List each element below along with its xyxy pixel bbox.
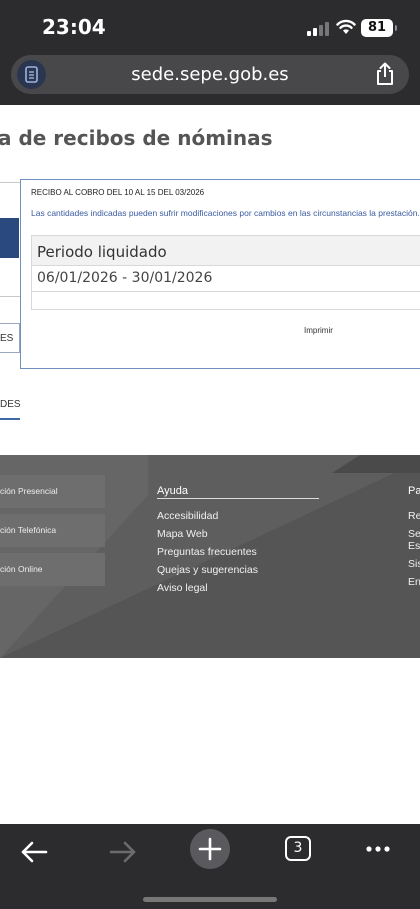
right-link[interactable]: Se: [408, 528, 420, 540]
sidebar-divider: [0, 296, 20, 297]
home-indicator[interactable]: [143, 897, 277, 902]
share-icon[interactable]: [373, 62, 397, 86]
signal-icon: [307, 22, 329, 36]
url-text[interactable]: sede.sepe.gob.es: [11, 64, 409, 85]
new-tab-button[interactable]: [190, 829, 230, 869]
page-title: a de recibos de nóminas: [0, 126, 273, 150]
browser-top-bar: 23:04 81 sede.sepe.gob.es: [0, 0, 420, 105]
link-accesibilidad[interactable]: Accesibilidad: [157, 510, 218, 522]
period-label: Periodo liquidado: [37, 243, 167, 261]
tabs-icon[interactable]: 3: [285, 836, 311, 861]
sidebar-item-des-label[interactable]: DES: [0, 399, 21, 410]
period-start: 06/01/2026: [37, 270, 118, 286]
service-telefonica[interactable]: ción Telefónica: [0, 514, 105, 547]
right-link[interactable]: En: [408, 576, 420, 588]
period-end: 30/01/2026: [131, 270, 213, 286]
battery-icon: 81: [361, 19, 397, 37]
wifi-icon: [336, 19, 356, 34]
sidebar-item-es[interactable]: ES: [0, 323, 20, 353]
link-mapa-web[interactable]: Mapa Web: [157, 528, 208, 540]
link-aviso-legal[interactable]: Aviso legal: [157, 582, 208, 594]
receipt-heading: RECIBO AL COBRO DEL 10 AL 15 DEL 03/2026: [31, 188, 205, 197]
sidebar-item-underline: [0, 418, 20, 420]
link-preguntas-frecuentes[interactable]: Preguntas frecuentes: [157, 546, 257, 558]
sidebar-item-label: ES: [0, 333, 14, 344]
link-quejas-sugerencias[interactable]: Quejas y sugerencias: [157, 564, 258, 576]
sidebar-item-active[interactable]: [0, 218, 19, 258]
right-column-title: Pa: [408, 485, 420, 497]
address-bar[interactable]: sede.sepe.gob.es: [11, 55, 409, 94]
period-value: 06/01/2026 - 30/01/2026: [37, 270, 212, 286]
more-icon[interactable]: [364, 839, 394, 859]
back-arrow-icon[interactable]: [15, 832, 55, 872]
footer: ción Presencial ción Telefónica ción Onl…: [0, 455, 420, 658]
period-separator: -: [122, 270, 128, 286]
period-header-row: Periodo liquidado: [32, 236, 420, 266]
receipt-note: Las cantidades indicadas pueden sufrir m…: [31, 208, 420, 218]
service-presencial[interactable]: ción Presencial: [0, 475, 105, 508]
help-divider: [157, 498, 319, 499]
period-value-row: 06/01/2026 - 30/01/2026: [32, 266, 420, 292]
forward-arrow-icon: [109, 841, 136, 863]
right-link[interactable]: Sis: [408, 558, 420, 570]
receipt-panel: RECIBO AL COBRO DEL 10 AL 15 DEL 03/2026…: [20, 179, 420, 369]
right-link[interactable]: Re: [408, 510, 420, 522]
period-table: Periodo liquidado 06/01/2026 - 30/01/202…: [31, 235, 420, 310]
right-link[interactable]: Es: [408, 540, 420, 552]
status-time: 23:04: [42, 15, 106, 39]
sidebar-divider: [0, 182, 20, 183]
plus-icon: [198, 837, 222, 861]
service-online[interactable]: ción Online: [0, 553, 105, 586]
print-link[interactable]: Imprimir: [304, 326, 333, 335]
help-title: Ayuda: [157, 485, 188, 497]
